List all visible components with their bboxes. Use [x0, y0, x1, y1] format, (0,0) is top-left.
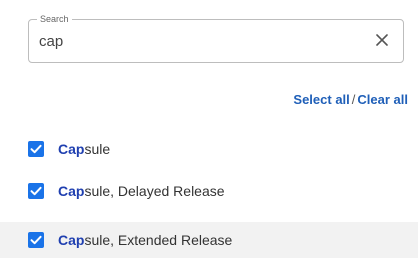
checkbox-checked[interactable]: [28, 232, 44, 248]
option-match: Cap: [58, 232, 85, 248]
bulk-actions: Select all / Clear all: [293, 92, 408, 108]
check-icon: [30, 235, 42, 245]
select-all-link[interactable]: Select all: [293, 92, 349, 107]
option-label: Capsule, Delayed Release: [58, 183, 225, 199]
clear-all-link[interactable]: Clear all: [357, 92, 408, 107]
checkbox-checked[interactable]: [28, 183, 44, 199]
checkbox-checked[interactable]: [28, 141, 44, 157]
option-item[interactable]: Capsule: [0, 133, 418, 165]
option-item-highlighted[interactable]: Capsule, Extended Release: [0, 222, 418, 258]
option-label: Capsule: [58, 141, 110, 157]
option-item[interactable]: Capsule, Delayed Release: [0, 175, 418, 207]
search-field[interactable]: Search: [28, 13, 404, 63]
search-legend: Search: [37, 13, 72, 25]
close-icon[interactable]: [373, 31, 391, 49]
option-rest: sule, Delayed Release: [84, 183, 225, 199]
option-match: Cap: [58, 183, 85, 199]
search-input[interactable]: [39, 30, 339, 52]
check-icon: [30, 186, 42, 196]
option-rest: sule: [84, 141, 111, 157]
option-label: Capsule, Extended Release: [58, 232, 232, 248]
option-rest: sule, Extended Release: [84, 232, 233, 248]
option-match: Cap: [58, 141, 85, 157]
check-icon: [30, 144, 42, 154]
